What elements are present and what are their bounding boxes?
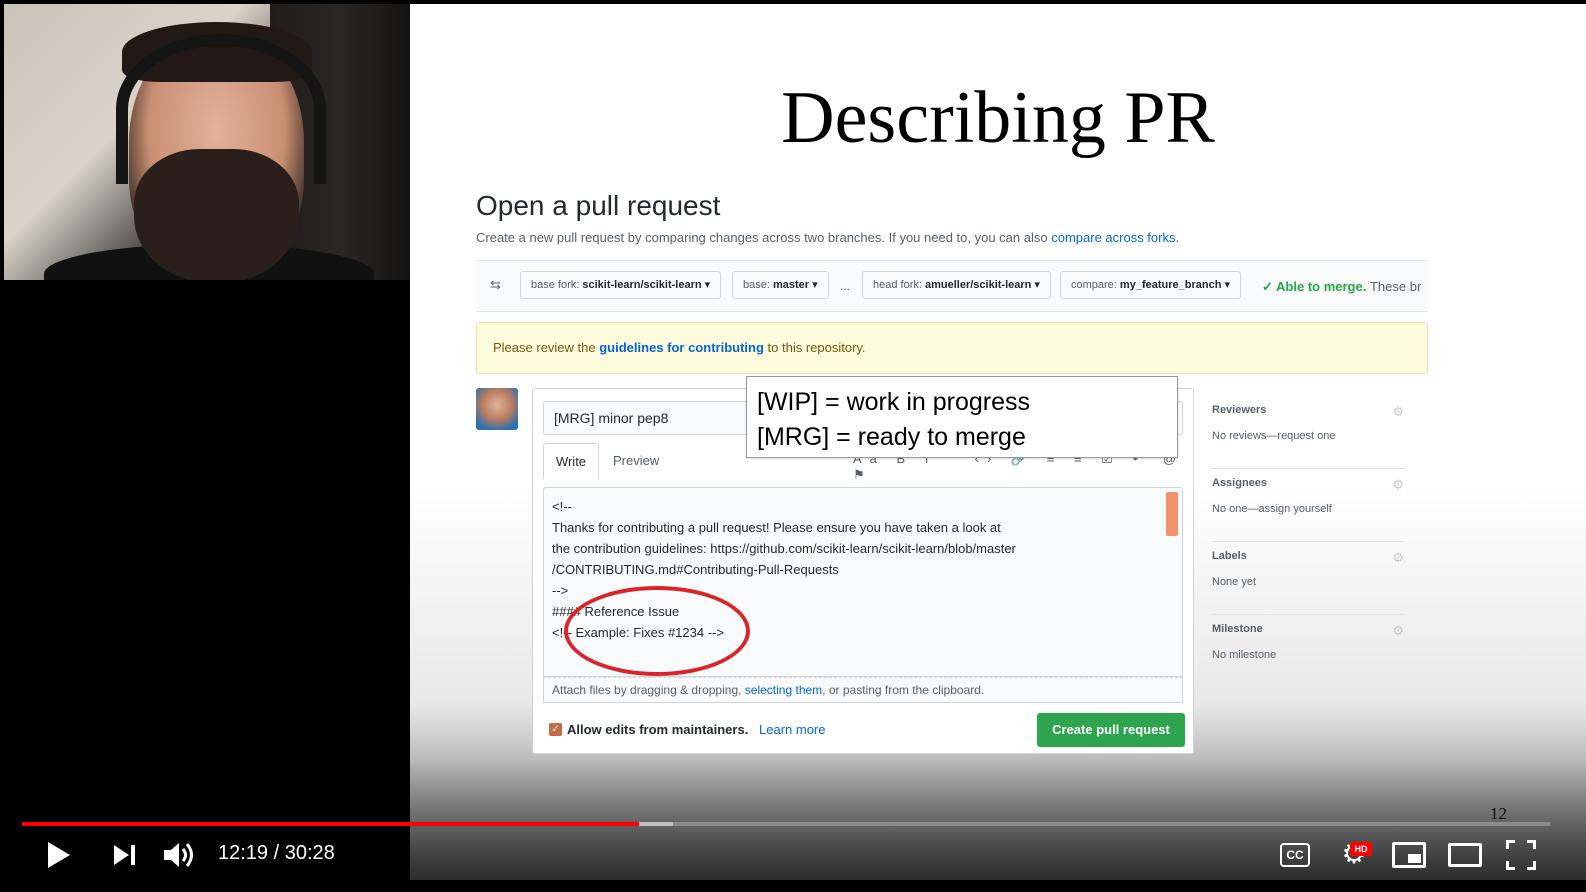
- volume-button[interactable]: [162, 840, 198, 870]
- compare-forks-link: compare across forks.: [1051, 230, 1180, 245]
- selecting-them-link: selecting them: [744, 683, 823, 697]
- compare-branch-select: compare: my_feature_branch ▾: [1060, 271, 1241, 299]
- wip-mrg-callout: [WIP] = work in progress [MRG] = ready t…: [746, 376, 1178, 458]
- callout-line-wip: [WIP] = work in progress: [757, 388, 1030, 416]
- check-icon: ✓: [1262, 279, 1273, 294]
- progress-bar[interactable]: [22, 822, 1550, 826]
- pr-subtitle: Create a new pull request by comparing c…: [476, 230, 1180, 245]
- learn-more-link: Learn more: [759, 722, 826, 737]
- presentation-slide: Describing PR Open a pull request Create…: [410, 4, 1586, 880]
- editor-line: <!--: [552, 499, 572, 514]
- allow-edits-label: Allow edits from maintainers.: [567, 722, 749, 737]
- time-display: 12:19 / 30:28: [218, 842, 335, 864]
- fullscreen-button[interactable]: [1506, 840, 1536, 870]
- theater-mode-button[interactable]: [1448, 843, 1482, 867]
- callout-line-mrg: [MRG] = ready to merge: [757, 423, 1026, 451]
- sidebar-assignees: Assignees ⚙ No one—assign yourself: [1212, 469, 1404, 542]
- tab-write: Write: [543, 443, 599, 479]
- next-icon: [114, 845, 135, 865]
- gear-icon: ⚙: [1392, 404, 1404, 419]
- attach-files-hint: Attach files by dragging & dropping, sel…: [543, 677, 1183, 703]
- gear-icon: ⚙: [1392, 623, 1404, 638]
- tab-preview: Preview: [613, 453, 660, 468]
- video-player[interactable]: Describing PR Open a pull request Create…: [0, 0, 1586, 892]
- controls-gradient: [0, 760, 1586, 892]
- base-branch-select: base: master ▾: [732, 271, 829, 299]
- contributing-notice: Please review the guidelines for contrib…: [476, 322, 1428, 374]
- base-fork-select: base fork: scikit-learn/scikit-learn ▾: [520, 271, 722, 299]
- sidebar-milestone: Milestone ⚙ No milestone: [1212, 623, 1404, 661]
- slide-title: Describing PR: [781, 77, 1215, 159]
- gear-icon: ⚙: [1392, 477, 1404, 492]
- editor-line: Thanks for contributing a pull request! …: [552, 520, 1001, 535]
- play-button[interactable]: [46, 840, 72, 870]
- volume-icon: [164, 843, 193, 867]
- play-icon: [48, 842, 70, 868]
- hd-badge: HD: [1350, 842, 1372, 856]
- head-fork-select: head fork: amueller/scikit-learn ▾: [862, 271, 1051, 299]
- sidebar-reviewers: Reviewers ⚙ No reviews—request one: [1212, 396, 1404, 469]
- editor-line: /CONTRIBUTING.md#Contributing-Pull-Reque…: [552, 562, 839, 577]
- pr-sidebar: Reviewers ⚙ No reviews—request one Assig…: [1212, 396, 1404, 688]
- sidebar-labels: Labels ⚙ None yet: [1212, 542, 1404, 615]
- annotation-circle: [564, 586, 750, 676]
- progress-played: [22, 822, 640, 826]
- allow-edits-checkbox: ✓: [549, 723, 562, 736]
- editor-line: the contribution guidelines: https://git…: [552, 541, 1016, 556]
- avatar: [476, 388, 518, 430]
- branch-ellipsis: ...: [840, 279, 851, 293]
- next-button[interactable]: [112, 842, 138, 868]
- pr-heading: Open a pull request: [476, 190, 721, 221]
- gear-icon: ⚙: [1392, 550, 1404, 565]
- miniplayer-button[interactable]: [1392, 842, 1426, 868]
- guidelines-link: guidelines for contributing: [599, 340, 764, 355]
- miniplayer-icon: [1408, 854, 1421, 863]
- branch-compare-bar: ⇆ base fork: scikit-learn/scikit-learn ▾…: [476, 260, 1428, 312]
- webcam-overlay: [4, 4, 410, 280]
- editor-scrollbar: [1166, 492, 1178, 536]
- compare-arrows-icon: ⇆: [490, 277, 501, 292]
- create-pull-request-button: Create pull request: [1037, 713, 1185, 747]
- subtitles-button[interactable]: CC: [1280, 843, 1310, 867]
- merge-status: ✓ Able to merge. These br: [1262, 279, 1422, 294]
